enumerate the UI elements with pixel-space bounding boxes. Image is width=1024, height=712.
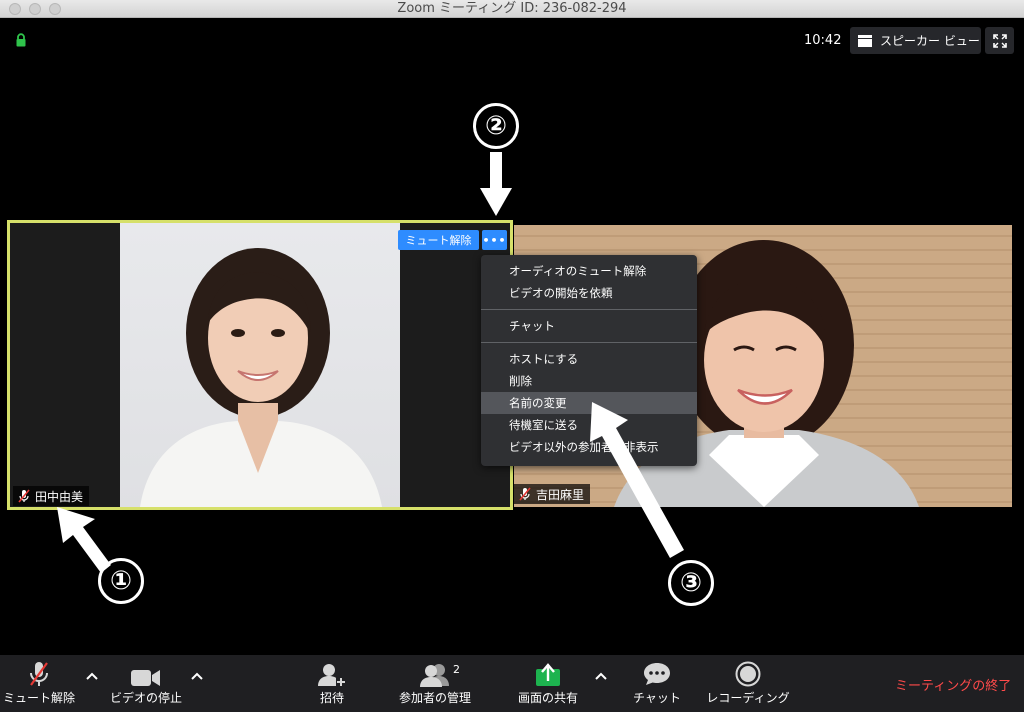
participants-icon — [420, 664, 449, 687]
chat-button[interactable]: チャット — [630, 655, 684, 712]
stop-video-button[interactable]: ビデオの停止 — [106, 655, 186, 712]
speaker-view-label: スピーカー ビュー — [880, 34, 980, 48]
participant1-unmute-button[interactable]: ミュート解除 — [398, 230, 479, 250]
participant1-more-button[interactable]: ••• — [482, 230, 507, 250]
share-options-caret-icon[interactable] — [594, 671, 608, 681]
participant1-name-tag: 田中由美 — [13, 486, 90, 506]
share-screen-button[interactable]: 画面の共有 — [512, 655, 584, 712]
manage-participants-label: 参加者の管理 — [398, 691, 471, 705]
annotation-number-3: ③ — [668, 560, 714, 606]
annotation-number-2: ② — [473, 103, 519, 149]
meeting-clock: 10:42 — [804, 33, 842, 48]
lock-icon[interactable] — [14, 33, 28, 47]
stop-video-label: ビデオの停止 — [109, 691, 182, 705]
grid-icon — [858, 34, 872, 47]
menu-item-ask-start-video[interactable]: ビデオの開始を依頼 — [481, 282, 697, 304]
muted-mic-icon — [18, 489, 30, 503]
participant2-name: 吉田麻里 — [536, 487, 585, 502]
add-user-icon — [318, 664, 346, 687]
participant1-name: 田中由美 — [35, 489, 84, 504]
share-screen-icon — [536, 663, 560, 686]
audio-options-caret-icon[interactable] — [85, 671, 99, 681]
video-camera-icon — [131, 670, 160, 686]
zoom-meeting-window: Zoom ミーティング ID: 236-082-294 10:42 スピーカー … — [0, 0, 1024, 712]
title-bar: Zoom ミーティング ID: 236-082-294 — [0, 0, 1024, 18]
annotation-arrow-up-left — [57, 507, 111, 573]
participant1-video — [120, 223, 400, 507]
invite-label: 招待 — [319, 691, 344, 705]
menu-separator — [481, 342, 697, 343]
record-button[interactable]: レコーディング — [703, 655, 793, 712]
muted-mic-icon — [519, 487, 531, 501]
fullscreen-icon — [992, 33, 1007, 48]
menu-item-remove[interactable]: 削除 — [481, 370, 697, 392]
annotation-arrow-down — [480, 152, 512, 216]
participant1-portrait — [140, 248, 382, 507]
speaker-view-button[interactable]: スピーカー ビュー — [850, 27, 981, 54]
video-options-caret-icon[interactable] — [190, 671, 204, 681]
video-background — [10, 223, 120, 507]
end-meeting-button[interactable]: ミーティングの終了 — [895, 675, 1011, 694]
unmute-button[interactable]: ミュート解除 — [0, 655, 78, 712]
participants-count: 2 — [453, 663, 460, 676]
window-title: Zoom ミーティング ID: 236-082-294 — [397, 1, 627, 16]
share-screen-label: 画面の共有 — [517, 691, 578, 705]
menu-item-unmute-audio[interactable]: オーディオのミュート解除 — [481, 260, 697, 282]
annotation-arrow-up-left-long — [590, 402, 684, 558]
participant2-name-tag: 吉田麻里 — [514, 484, 591, 504]
muted-mic-icon — [30, 662, 48, 686]
video-tile-participant1[interactable]: 田中由美 — [7, 220, 513, 510]
unmute-label: ミュート解除 — [2, 691, 75, 705]
record-label: レコーディング — [706, 691, 790, 705]
chat-icon — [644, 663, 670, 685]
menu-separator — [481, 309, 697, 310]
menu-item-chat[interactable]: チャット — [481, 315, 697, 337]
menu-item-make-host[interactable]: ホストにする — [481, 348, 697, 370]
invite-button[interactable]: 招待 — [312, 655, 352, 712]
fullscreen-button[interactable] — [985, 27, 1014, 54]
record-icon — [735, 661, 761, 687]
chat-label: チャット — [633, 691, 681, 705]
manage-participants-button[interactable]: 参加者の管理 — [393, 655, 477, 712]
